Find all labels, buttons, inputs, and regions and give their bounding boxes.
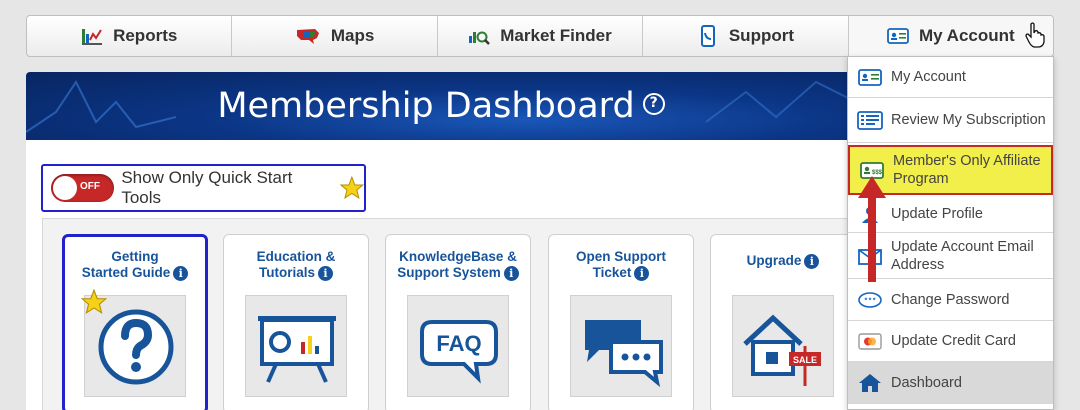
quick-start-label: Show Only Quick Start Tools: [121, 168, 293, 207]
account-card-icon: [858, 69, 882, 86]
tool-title-line1: KnowledgeBase &: [399, 249, 517, 264]
tool-title: Getting Started Guide i: [65, 249, 205, 281]
subscription-list-icon: [857, 111, 883, 130]
star-icon: [340, 176, 364, 199]
credit-card-icon: [858, 333, 882, 350]
page-title: Membership Dashboard?: [26, 86, 856, 126]
tool-title-line1: Education &: [256, 249, 336, 264]
tool-title-line2: Support System: [397, 265, 501, 280]
chat-bubbles-icon: [570, 295, 672, 397]
tool-getting-started[interactable]: Getting Started Guide i: [62, 234, 208, 410]
tool-title-line2: Ticket: [592, 265, 632, 280]
svg-text:FAQ: FAQ: [436, 331, 481, 356]
info-icon[interactable]: i: [804, 253, 820, 269]
quick-start-toggle[interactable]: OFF: [51, 174, 115, 202]
svg-text:***: ***: [864, 298, 877, 306]
phone-support-icon: [700, 25, 715, 47]
nav-support-label: Support: [728, 26, 794, 45]
help-icon[interactable]: ?: [642, 93, 665, 115]
info-icon[interactable]: i: [634, 265, 650, 281]
info-icon[interactable]: i: [318, 265, 333, 281]
tool-title: KnowledgeBase & Support System i: [386, 249, 530, 281]
red-arrow-pointer: [858, 176, 886, 282]
info-icon[interactable]: i: [503, 265, 519, 281]
nav-market-finder-label: Market Finder: [500, 26, 612, 45]
menu-item-update-credit-card[interactable]: Update Credit Card: [848, 321, 1053, 362]
nav-my-account-label: My Account: [918, 26, 1015, 45]
tool-title: Education & Tutorials i: [224, 249, 368, 281]
menu-item-label: Member's Only Affiliate Program: [893, 153, 1041, 187]
dashboard-header: Membership Dashboard?: [26, 72, 856, 140]
faq-bubble-icon: FAQ: [407, 295, 509, 397]
reports-chart-icon: [82, 29, 103, 45]
nav-market-finder[interactable]: Market Finder: [438, 16, 644, 56]
password-icon: ***: [858, 291, 882, 308]
menu-item-label: Update Credit Card: [891, 333, 1016, 349]
menu-item-label: My Account: [891, 69, 966, 85]
tool-open-support-ticket[interactable]: Open Support Ticket i: [548, 234, 694, 410]
menu-item-label: Update Account Email Address: [891, 238, 1034, 273]
star-icon: [81, 289, 107, 315]
house-sale-icon: SALE: [732, 295, 834, 397]
market-finder-icon: [469, 31, 491, 45]
page-title-text: Membership Dashboard: [217, 86, 635, 126]
tool-title-line2: Tutorials: [258, 265, 315, 280]
toggle-knob: [53, 176, 77, 200]
tool-upgrade[interactable]: Upgrade i SALE: [710, 234, 856, 410]
menu-item-label: Review My Subscription: [891, 112, 1046, 128]
menu-item-change-password[interactable]: *** Change Password: [848, 279, 1053, 321]
account-card-icon: [887, 28, 909, 44]
menu-item-label: Dashboard: [891, 374, 962, 391]
menu-item-dashboard[interactable]: Dashboard: [848, 362, 1053, 404]
info-icon[interactable]: i: [173, 265, 189, 281]
hand-cursor-icon: [1025, 22, 1045, 48]
toggle-state-label: OFF: [80, 181, 100, 192]
nav-reports[interactable]: Reports: [27, 16, 233, 56]
house-icon: [859, 373, 881, 392]
main-nav: Reports Maps Market Finder Support My Ac…: [26, 15, 1054, 57]
nav-reports-label: Reports: [113, 26, 178, 45]
menu-item-label: Change Password: [891, 291, 1010, 308]
nav-my-account[interactable]: My Account: [848, 16, 1053, 56]
tool-title-line2: Started Guide: [81, 265, 171, 280]
presentation-board-icon: [245, 295, 347, 397]
menu-item-review-subscription[interactable]: Review My Subscription: [848, 98, 1053, 143]
nav-support[interactable]: Support: [643, 16, 849, 56]
us-map-icon: [296, 29, 319, 44]
tool-title-line1: Getting: [111, 249, 159, 264]
tool-title-line1: Open Support: [576, 249, 666, 264]
quick-start-filter: OFF Show Only Quick Start Tools: [41, 164, 366, 212]
menu-item-label: Update Profile: [891, 206, 983, 222]
tool-knowledgebase[interactable]: KnowledgeBase & Support System i FAQ: [385, 234, 531, 410]
tool-title-line1: Upgrade: [746, 253, 802, 268]
menu-item-my-account[interactable]: My Account: [848, 57, 1053, 98]
tool-title: Upgrade i: [711, 253, 855, 269]
tool-title: Open Support Ticket i: [549, 249, 693, 281]
svg-text:SALE: SALE: [793, 355, 817, 365]
nav-maps[interactable]: Maps: [232, 16, 438, 56]
nav-maps-label: Maps: [330, 26, 375, 45]
tool-education-tutorials[interactable]: Education & Tutorials i: [223, 234, 369, 410]
